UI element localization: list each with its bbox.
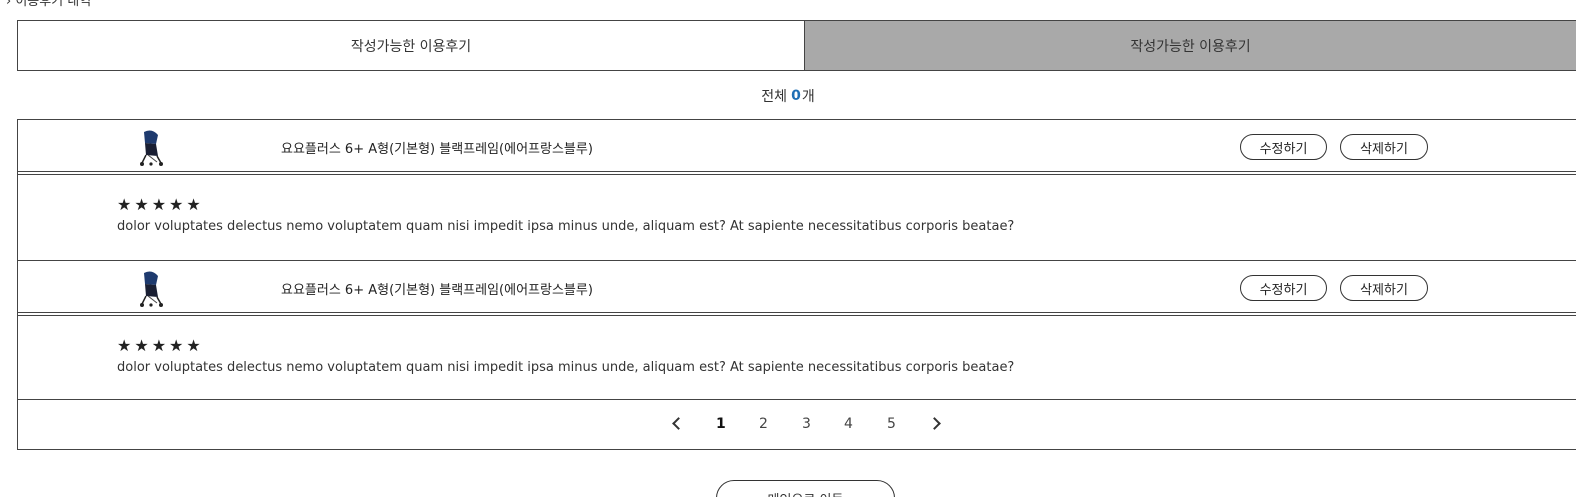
page-5[interactable]: 5 (887, 416, 896, 432)
page-4[interactable]: 4 (844, 416, 853, 432)
delete-review-button[interactable]: 삭제하기 (1340, 275, 1428, 301)
product-name: 요요플러스 6+ A형(기본형) 블랙프레임(에어프랑스블루) (281, 142, 593, 157)
total-prefix: 전체 (761, 88, 788, 105)
review-list: 요요플러스 6+ A형(기본형) 블랙프레임(에어프랑스블루) 수정하기 삭제하… (17, 119, 1576, 401)
review-item-body: ★★★★★ dolor voluptates delectus nemo vol… (18, 315, 1576, 401)
total-suffix: 개 (801, 88, 815, 105)
star-rating: ★★★★★ (117, 336, 204, 355)
review-item-header: 요요플러스 6+ A형(기본형) 블랙프레임(에어프랑스블루) 수정하기 삭제하… (18, 119, 1576, 172)
chevron-left-icon[interactable] (672, 417, 685, 430)
review-text: dolor voluptates delectus nemo voluptate… (117, 219, 1015, 234)
page-2[interactable]: 2 (759, 416, 768, 432)
review-text: dolor voluptates delectus nemo voluptate… (117, 360, 1015, 375)
total-number: 0 (791, 87, 801, 104)
chevron-right-icon[interactable] (928, 417, 941, 430)
product-name: 요요플러스 6+ A형(기본형) 블랙프레임(에어프랑스블루) (281, 283, 593, 298)
delete-review-button[interactable]: 삭제하기 (1340, 134, 1428, 160)
go-main-button[interactable]: 메인으로 이동 (716, 480, 895, 497)
tab-writable-reviews[interactable]: 작성가능한 이용후기 (17, 21, 805, 70)
review-tabs: 작성가능한 이용후기 작성가능한 이용후기 (17, 20, 1576, 71)
review-item-body: ★★★★★ dolor voluptates delectus nemo vol… (18, 174, 1576, 260)
stroller-thumbnail (140, 130, 163, 166)
page-1[interactable]: 1 (716, 416, 726, 432)
star-rating: ★★★★★ (117, 195, 204, 214)
edit-review-button[interactable]: 수정하기 (1240, 134, 1327, 160)
edit-review-button[interactable]: 수정하기 (1240, 275, 1327, 301)
stroller-thumbnail (140, 271, 163, 307)
breadcrumb: › 이용후기 내역 (6, 0, 92, 9)
review-item-header: 요요플러스 6+ A형(기본형) 블랙프레임(에어프랑스블루) 수정하기 삭제하… (18, 260, 1576, 313)
pagination: 1 2 3 4 5 (17, 399, 1576, 450)
page-3[interactable]: 3 (802, 416, 811, 432)
tab-writable-reviews-active[interactable]: 작성가능한 이용후기 (805, 21, 1576, 70)
total-count: 전체 0 개 (0, 71, 1576, 120)
